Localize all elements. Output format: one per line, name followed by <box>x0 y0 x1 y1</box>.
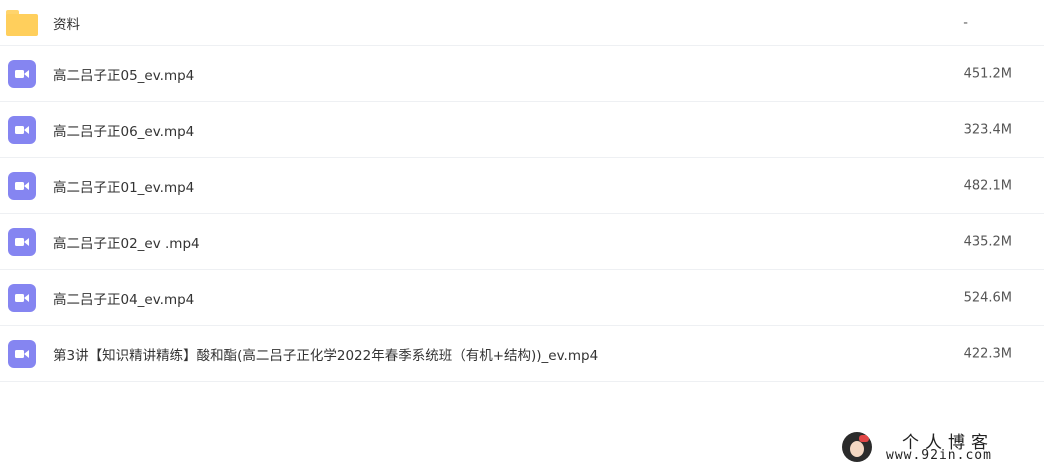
file-size: 323.4M <box>963 122 1012 137</box>
file-name[interactable]: 第3讲【知识精讲精练】酸和酯(高二吕子正化学2022年春季系统班（有机+结构))… <box>53 344 598 364</box>
video-file-icon <box>8 115 36 144</box>
watermark-url: www.92in.com <box>886 448 992 463</box>
video-file-icon <box>8 339 36 368</box>
watermark: 个人博客 www.92in.com <box>842 428 1032 466</box>
file-size: 435.2M <box>963 234 1012 249</box>
file-row[interactable]: 高二吕子正06_ev.mp4 323.4M <box>0 102 1044 158</box>
avatar-icon <box>842 432 872 462</box>
file-name[interactable]: 高二吕子正05_ev.mp4 <box>53 64 194 84</box>
folder-icon <box>6 9 38 36</box>
file-row[interactable]: 第3讲【知识精讲精练】酸和酯(高二吕子正化学2022年春季系统班（有机+结构))… <box>0 326 1044 382</box>
video-file-icon <box>8 227 36 256</box>
video-file-icon <box>8 171 36 200</box>
video-file-icon <box>8 59 36 88</box>
file-name[interactable]: 高二吕子正06_ev.mp4 <box>53 120 194 140</box>
file-size: 422.3M <box>963 346 1012 361</box>
file-row[interactable]: 高二吕子正04_ev.mp4 524.6M <box>0 270 1044 326</box>
file-list: 资料 - 高二吕子正05_ev.mp4 451.2M 高二吕子正06_ev.mp… <box>0 0 1044 382</box>
file-size: - <box>963 15 968 30</box>
file-name[interactable]: 资料 <box>53 13 80 33</box>
video-file-icon <box>8 283 36 312</box>
file-row-folder[interactable]: 资料 - <box>0 0 1044 46</box>
file-name[interactable]: 高二吕子正02_ev .mp4 <box>53 232 200 252</box>
file-row[interactable]: 高二吕子正05_ev.mp4 451.2M <box>0 46 1044 102</box>
file-name[interactable]: 高二吕子正01_ev.mp4 <box>53 176 194 196</box>
file-size: 451.2M <box>963 66 1012 81</box>
file-name[interactable]: 高二吕子正04_ev.mp4 <box>53 288 194 308</box>
file-row[interactable]: 高二吕子正01_ev.mp4 482.1M <box>0 158 1044 214</box>
file-size: 482.1M <box>963 178 1012 193</box>
file-size: 524.6M <box>963 290 1012 305</box>
file-row[interactable]: 高二吕子正02_ev .mp4 435.2M <box>0 214 1044 270</box>
